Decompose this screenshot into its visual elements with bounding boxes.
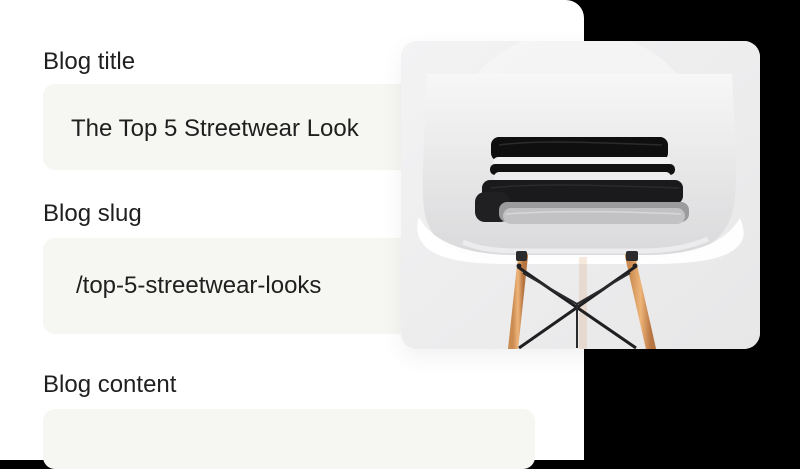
blog-title-value: The Top 5 Streetwear Look: [71, 115, 359, 142]
featured-image-preview: [401, 41, 760, 349]
blog-content-input[interactable]: [43, 409, 535, 469]
blog-slug-value: /top-5-streetwear-looks: [76, 272, 322, 299]
chair-with-clothes-image: [401, 41, 760, 349]
blog-content-label: Blog content: [43, 371, 177, 398]
blog-title-label: Blog title: [43, 48, 136, 75]
blog-slug-label: Blog slug: [43, 200, 142, 227]
